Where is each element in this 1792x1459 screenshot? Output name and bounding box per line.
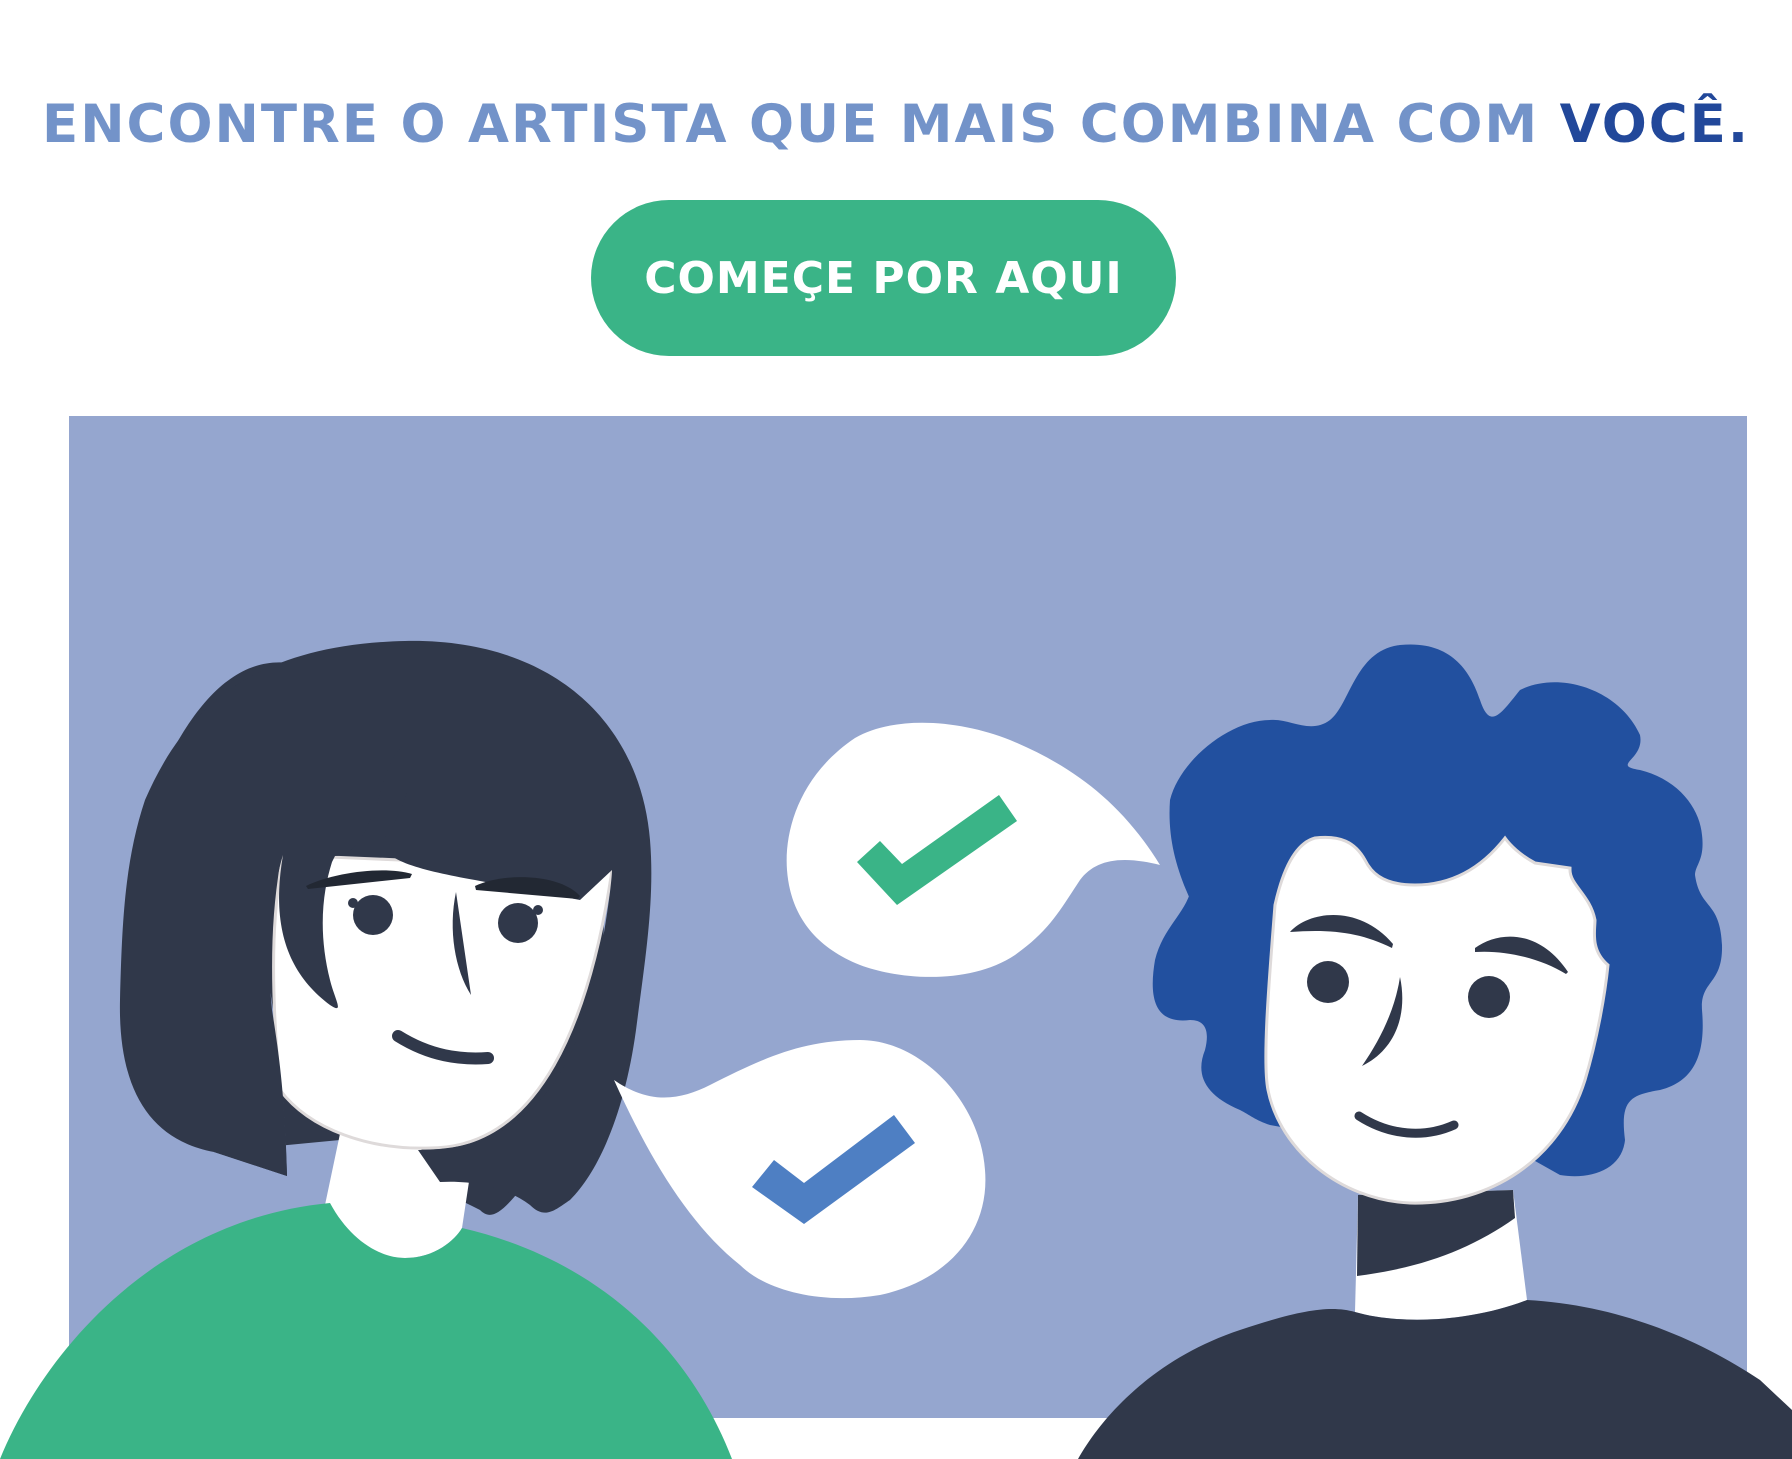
man-nose [1362, 977, 1403, 1066]
woman-right-eyebrow [475, 877, 580, 899]
headline-text: ENCONTRE O ARTISTA QUE MAIS COMBINA COM [41, 94, 1540, 155]
woman-hair-front [119, 640, 652, 1213]
woman-smile [392, 1030, 494, 1065]
man-neck [1355, 1190, 1527, 1320]
man-left-eye [1307, 961, 1349, 1003]
woman-right-eye [498, 903, 538, 943]
lower-speech-bubble [614, 1040, 986, 1299]
start-here-label: COMEÇE POR AQUI [644, 252, 1123, 304]
man-hair [1152, 644, 1723, 1177]
check-icon [857, 795, 1017, 905]
woman-shirt [0, 1203, 732, 1459]
man-face [1264, 835, 1610, 1205]
woman-hair-back [214, 690, 604, 1215]
woman-left-eye-dot [348, 898, 358, 908]
woman-left-eye [353, 895, 393, 935]
woman-face [272, 853, 614, 1150]
woman-left-eyebrow [306, 870, 412, 889]
woman-neck [325, 1110, 470, 1258]
woman-right-eye-dot [533, 905, 543, 915]
check-icon [752, 1115, 915, 1224]
headline: ENCONTRE O ARTISTA QUE MAIS COMBINA COM … [0, 95, 1792, 155]
start-here-button[interactable]: COMEÇE POR AQUI [591, 200, 1176, 356]
man-right-eyebrow [1475, 936, 1568, 974]
man-right-eye [1468, 976, 1510, 1018]
man-left-eyebrow [1290, 915, 1393, 948]
man-smile [1354, 1111, 1459, 1138]
man-shirt [1078, 1300, 1792, 1459]
headline-emphasis: VOCÊ. [1559, 94, 1751, 155]
woman-hair-outer [121, 662, 310, 1176]
upper-speech-bubble [786, 722, 1160, 977]
illustration-panel [69, 416, 1747, 1418]
woman-nose [452, 892, 471, 995]
man-neck-shadow [1357, 1190, 1515, 1276]
